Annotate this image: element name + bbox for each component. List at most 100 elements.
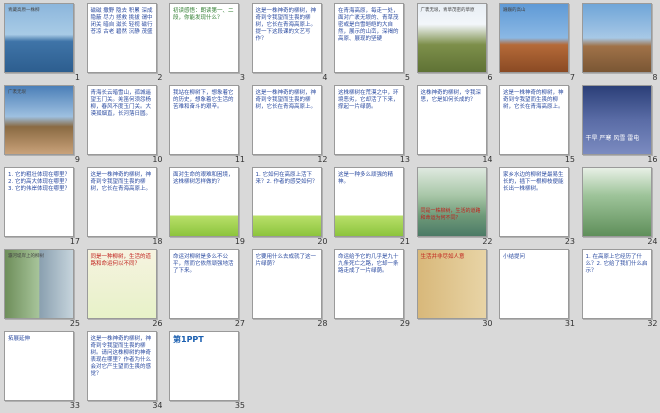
slide-thumbnail[interactable]: 这是一种多么顽强的精神。 <box>334 167 404 237</box>
slide-number: 21 <box>400 237 410 246</box>
slide-thumbnail[interactable]: 这是一株神奇的柳树，神奇到令我望而生畏的柳树，它长在青海高原上。提一下这段课的文… <box>252 3 322 73</box>
slide-cell-21[interactable]: 这是一种多么顽强的精神。21 <box>334 167 416 249</box>
slide-cell-34[interactable]: 这是一株神奇的柳树，神奇到令我望而生畏的柳树。请问这株柳树的神奇表现在哪里？作者… <box>87 331 169 413</box>
slide-cell-24[interactable]: 24 <box>582 167 660 249</box>
slide-cell-19[interactable]: 面对生命的艰难和困境，这株柳树怎样做的？19 <box>169 167 251 249</box>
slide-number: 31 <box>565 319 575 328</box>
slide-thumbnail[interactable]: 家乡水边的柳树是最易生长的，插下一根柳枝便能长出一株柳树。 <box>499 167 569 237</box>
slide-cell-4[interactable]: 这是一株神奇的柳树，神奇到令我望而生畏的柳树，它长在青海高原上。提一下这段课的文… <box>252 3 334 85</box>
slide-cell-30[interactable]: 生活并非尽如人意30 <box>417 249 499 331</box>
slide-text: 生活并非尽如人意 <box>421 254 483 261</box>
slide-cell-12[interactable]: 这是一株神奇的柳树，神奇到令我望而生畏的柳树，它长在青海高原上。 12 <box>252 85 334 167</box>
slide-cell-20[interactable]: 1. 它如何在高原上活下来？2. 作者的感受如何？20 <box>252 167 334 249</box>
slide-thumbnail[interactable]: 生活并非尽如人意 <box>417 249 487 319</box>
slide-number: 3 <box>240 73 245 82</box>
slide-cell-31[interactable]: 小结提问31 <box>499 249 581 331</box>
slide-number: 4 <box>322 73 327 82</box>
slide-cell-29[interactable]: 命运给予它的几乎是九十九条死亡之路，它却一条路走成了一片绿荫。29 <box>334 249 416 331</box>
slide-cell-2[interactable]: 磁磁 撒野 隐去 积累 深成 隐蔽 尽力 拯救 挑拔 谓中 闭关 暗自 滋长 轻… <box>87 3 169 85</box>
slide-thumbnail[interactable]: 广袤无垠 <box>4 85 74 155</box>
slide-thumbnail[interactable]: 1. 在高原上它经历了什么？2. 它给了我们什么启示？ <box>582 249 652 319</box>
slide-text: 第1PPT <box>173 336 235 343</box>
slide-text: 这株柳树在荒漠之中，环境恶劣，它却活了下来，撑起一片绿荫。 <box>338 90 400 111</box>
slide-number: 32 <box>647 319 657 328</box>
slide-thumbnail[interactable]: 这是一株神奇的柳树，神奇到令我望而生畏的柳树，它长在青海高原上。 <box>87 167 157 237</box>
slide-thumbnail[interactable]: 这株神奇的柳树，令我深思，它是如何长成的？ <box>417 85 487 155</box>
slide-thumbnail[interactable]: 灞河堤岸上的柳树 <box>4 249 74 319</box>
slide-thumbnail[interactable]: 小结提问 <box>499 249 569 319</box>
slide-cell-26[interactable]: 同是一种柳树，生活的道路和命运何以不同？26 <box>87 249 169 331</box>
slide-cell-3[interactable]: 初读感悟：朗读第一、二段，你能发现什么？ 3 <box>169 3 251 85</box>
slide-thumbnail[interactable]: 在青海高原，每走一处，面对广袤无垠的、青草茂密或是白雪皑皑的大自然，展示的山峦，… <box>334 3 404 73</box>
slide-text: 巍巍的高山 <box>503 8 565 14</box>
slide-number: 17 <box>70 237 80 246</box>
slide-cell-15[interactable]: 这是一株神奇的柳树，神奇到令我望而生畏的柳树，它长在青海高原上。15 <box>499 85 581 167</box>
slide-number: 2 <box>157 73 162 82</box>
slide-thumbnail[interactable]: 青藏高原一株柳 <box>4 3 74 73</box>
slide-thumbnail[interactable]: 初读感悟：朗读第一、二段，你能发现什么？ <box>169 3 239 73</box>
slide-thumbnail[interactable]: 这是一株神奇的柳树，神奇到令我望而生畏的柳树，它长在青海高原上。 <box>499 85 569 155</box>
slide-cell-16[interactable]: 干旱 严寒 风雪 雷电16 <box>582 85 660 167</box>
slide-number: 7 <box>570 73 575 82</box>
slide-cell-14[interactable]: 这株神奇的柳树，令我深思，它是如何长成的？14 <box>417 85 499 167</box>
slide-text: 这是一株神奇的柳树，神奇到令我望而生畏的柳树，它长在青海高原上。 <box>256 90 318 111</box>
slide-thumbnail[interactable]: 干旱 严寒 风雪 雷电 <box>582 85 652 155</box>
slide-text: 磁磁 撒野 隐去 积累 深成 隐蔽 尽力 拯救 挑拔 谓中 闭关 暗自 滋长 轻… <box>91 8 153 36</box>
slide-cell-8[interactable]: 8 <box>582 3 660 85</box>
slide-thumbnail[interactable]: 这是一株神奇的柳树，神奇到令我望而生畏的柳树，它长在青海高原上。 <box>252 85 322 155</box>
slide-text: 初读感悟：朗读第一、二段，你能发现什么？ <box>173 8 235 22</box>
slide-number: 23 <box>565 237 575 246</box>
slide-text: 1. 在高原上它经历了什么？2. 它给了我们什么启示？ <box>586 254 648 275</box>
slide-cell-10[interactable]: 青海长云暗雪山，孤城遥望玉门关。羌笛何须怨杨柳，春风不度玉门关。大漠孤烟直，长河… <box>87 85 169 167</box>
slide-thumbnail[interactable]: 巍巍的高山 <box>499 3 569 73</box>
slide-number: 8 <box>652 73 657 82</box>
slide-cell-5[interactable]: 在青海高原，每走一处，面对广袤无垠的、青草茂密或是白雪皑皑的大自然，展示的山峦，… <box>334 3 416 85</box>
slide-cell-7[interactable]: 巍巍的高山 7 <box>499 3 581 85</box>
slide-thumbnail[interactable]: 同是一株柳树，生活的道路和命运为何不同？ <box>417 167 487 237</box>
slide-cell-27[interactable]: 命运对柳树是多么不公平，然而它依然顽强地活了下来。27 <box>169 249 251 331</box>
slide-cell-9[interactable]: 广袤无垠9 <box>4 85 86 167</box>
slide-cell-6[interactable]: 广袤无垠，青草茂密的草原6 <box>417 3 499 85</box>
slide-text: 面对生命的艰难和困境，这株柳树怎样做的？ <box>173 172 235 186</box>
slide-number: 10 <box>152 155 162 164</box>
slide-thumbnail[interactable]: 磁磁 撒野 隐去 积累 深成 隐蔽 尽力 拯救 挑拔 谓中 闭关 暗自 滋长 轻… <box>87 3 157 73</box>
slide-thumbnail[interactable]: 命运给予它的几乎是九十九条死亡之路，它却一条路走成了一片绿荫。 <box>334 249 404 319</box>
slide-number: 9 <box>75 155 80 164</box>
slide-thumbnail[interactable]: 广袤无垠，青草茂密的草原 <box>417 3 487 73</box>
slide-text: 这株神奇的柳树，令我深思，它是如何长成的？ <box>421 90 483 104</box>
slide-text: 命运给予它的几乎是九十九条死亡之路，它却一条路走成了一片绿荫。 <box>338 254 400 275</box>
slide-cell-22[interactable]: 同是一株柳树，生活的道路和命运为何不同？22 <box>417 167 499 249</box>
slide-cell-23[interactable]: 家乡水边的柳树是最易生长的，插下一根柳枝便能长出一株柳树。 23 <box>499 167 581 249</box>
slide-thumbnail[interactable]: 面对生命的艰难和困境，这株柳树怎样做的？ <box>169 167 239 237</box>
slide-thumbnail[interactable]: 这是一株神奇的柳树，神奇到令我望而生畏的柳树。请问这株柳树的神奇表现在哪里？作者… <box>87 331 157 401</box>
slide-cell-33[interactable]: 拓展延伸33 <box>4 331 86 413</box>
slide-text: 1. 它如何在高原上活下来？2. 作者的感受如何？ <box>256 172 318 186</box>
slide-thumbnail[interactable]: 青海长云暗雪山，孤城遥望玉门关。羌笛何须怨杨柳，春风不度玉门关。大漠孤烟直，长河… <box>87 85 157 155</box>
slide-thumbnail[interactable]: 第1PPT <box>169 331 239 401</box>
slide-text: 它要用什么去成就了这一片绿荫？ <box>256 254 318 268</box>
slide-cell-1[interactable]: 青藏高原一株柳1 <box>4 3 86 85</box>
slide-thumbnail[interactable]: 它要用什么去成就了这一片绿荫？ <box>252 249 322 319</box>
slide-thumbnail[interactable]: 这株柳树在荒漠之中，环境恶劣，它却活了下来，撑起一片绿荫。 <box>334 85 404 155</box>
slide-number: 24 <box>647 237 657 246</box>
slide-thumbnail[interactable]: 1. 它的粗壮体现在哪里？2. 它的高大体现在哪里？3. 它的伟岸体现在哪里？ <box>4 167 74 237</box>
slide-cell-25[interactable]: 灞河堤岸上的柳树25 <box>4 249 86 331</box>
slide-cell-11[interactable]: 我站在柳树下，想象着它的历史，想象着它生活的苦难和奋斗的艰辛。11 <box>169 85 251 167</box>
slide-thumbnail[interactable]: 我站在柳树下，想象着它的历史，想象着它生活的苦难和奋斗的艰辛。 <box>169 85 239 155</box>
slide-cell-18[interactable]: 这是一株神奇的柳树，神奇到令我望而生畏的柳树，它长在青海高原上。18 <box>87 167 169 249</box>
slide-number: 33 <box>70 401 80 410</box>
slide-thumbnail[interactable] <box>582 167 652 237</box>
slide-cell-32[interactable]: 1. 在高原上它经历了什么？2. 它给了我们什么启示？ 32 <box>582 249 660 331</box>
slide-thumbnail[interactable]: 命运对柳树是多么不公平，然而它依然顽强地活了下来。 <box>169 249 239 319</box>
slide-cell-28[interactable]: 它要用什么去成就了这一片绿荫？28 <box>252 249 334 331</box>
slide-text: 家乡水边的柳树是最易生长的，插下一根柳枝便能长出一株柳树。 <box>503 172 565 193</box>
slide-thumbnail[interactable]: 1. 它如何在高原上活下来？2. 作者的感受如何？ <box>252 167 322 237</box>
slide-thumbnail[interactable] <box>582 3 652 73</box>
slide-cell-35[interactable]: 第1PPT35 <box>169 331 251 413</box>
slide-cell-13[interactable]: 这株柳树在荒漠之中，环境恶劣，它却活了下来，撑起一片绿荫。13 <box>334 85 416 167</box>
slide-number: 12 <box>317 155 327 164</box>
slide-thumbnail[interactable]: 同是一种柳树，生活的道路和命运何以不同？ <box>87 249 157 319</box>
slide-thumbnail[interactable]: 拓展延伸 <box>4 331 74 401</box>
slide-number: 6 <box>487 73 492 82</box>
slide-cell-17[interactable]: 1. 它的粗壮体现在哪里？2. 它的高大体现在哪里？3. 它的伟岸体现在哪里？1… <box>4 167 86 249</box>
